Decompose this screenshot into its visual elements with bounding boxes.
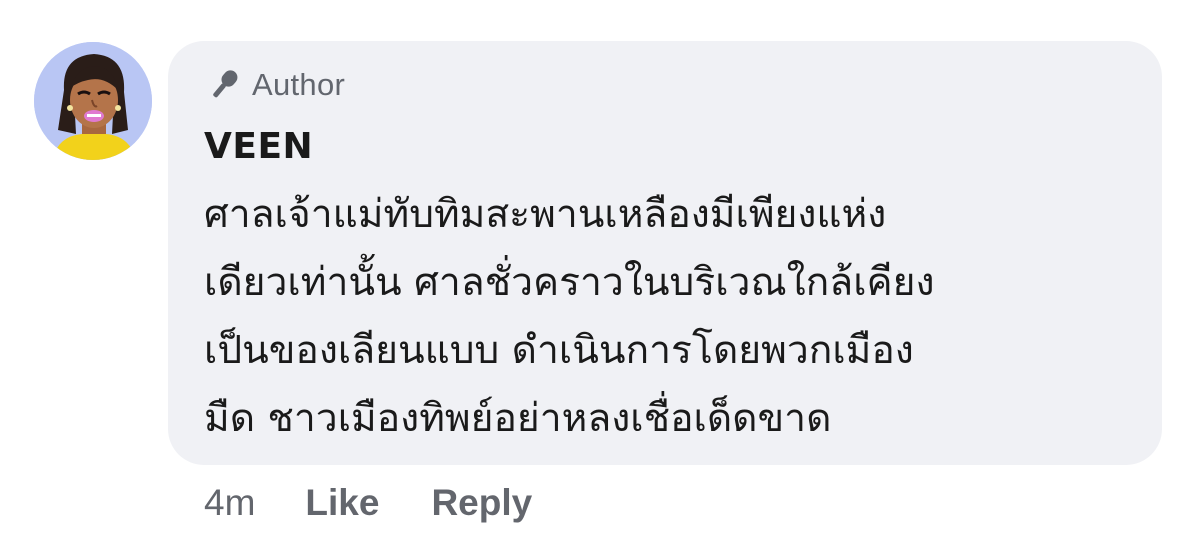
- author-badge: Author: [204, 63, 1132, 107]
- avatar[interactable]: [34, 42, 152, 160]
- like-button[interactable]: Like: [305, 482, 379, 524]
- avatar-illustration: [34, 42, 152, 160]
- comment: Author VEEN ศาลเจ้าแม่ทับทิมสะพานเหลืองม…: [0, 0, 1200, 560]
- comment-text-line: เดียวเท่านั้น ศาลชั่วคราวในบริเวณใกล้เคี…: [204, 260, 935, 305]
- comment-text-line: ศาลเจ้าแม่ทับทิมสะพานเหลืองมีเพียงแห่ง: [204, 192, 887, 237]
- comment-text-line: มืด ชาวเมืองทิพย์อย่าหลงเชื่อเด็ดขาด: [204, 396, 832, 441]
- microphone-icon: [204, 65, 244, 105]
- author-name[interactable]: VEEN: [204, 125, 1132, 169]
- reply-button[interactable]: Reply: [431, 482, 532, 524]
- author-badge-label: Author: [252, 67, 346, 102]
- timestamp[interactable]: 4m: [204, 482, 255, 524]
- comment-actions: 4m Like Reply: [204, 478, 532, 528]
- comment-text-line: เป็นของเลียนแบบ ดำเนินการโดยพวกเมือง: [204, 328, 914, 373]
- comment-text: ศาลเจ้าแม่ทับทิมสะพานเหลืองมีเพียงแห่ง เ…: [204, 181, 1104, 453]
- comment-bubble: Author VEEN ศาลเจ้าแม่ทับทิมสะพานเหลืองม…: [168, 41, 1162, 465]
